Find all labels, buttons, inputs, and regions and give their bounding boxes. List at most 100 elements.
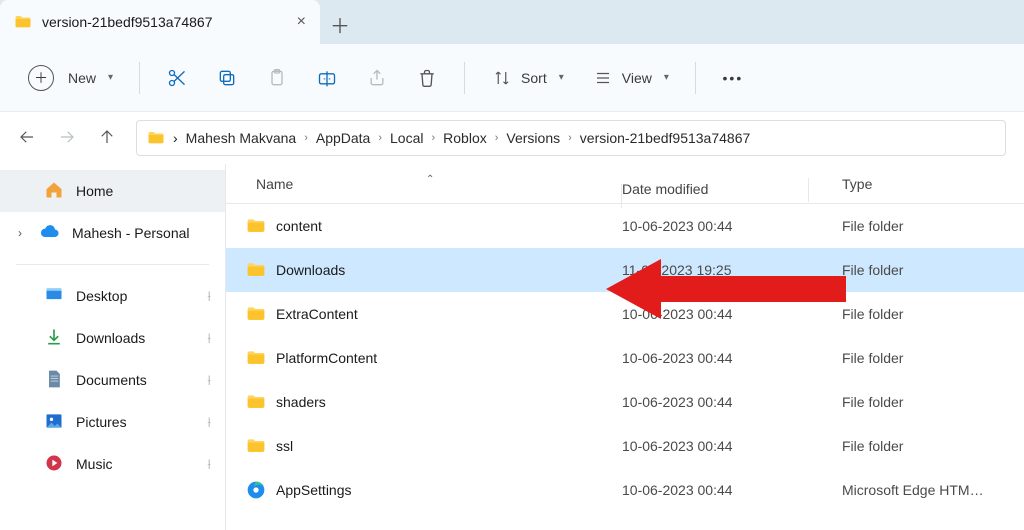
file-name: Downloads (276, 262, 345, 278)
file-date: 10-06-2023 00:44 (622, 306, 842, 322)
pin-icon[interactable]: ⟊ (207, 288, 211, 305)
sidebar-item-pictures[interactable]: Pictures ⟊ (0, 401, 225, 443)
sort-icon (491, 69, 513, 87)
home-icon (44, 180, 64, 203)
breadcrumb-item[interactable]: Mahesh Makvana› (186, 130, 308, 146)
chevron-down-icon: ▾ (559, 72, 564, 83)
sidebar-label: Mahesh - Personal (72, 225, 190, 241)
file-name: PlatformContent (276, 350, 377, 366)
file-name: content (276, 218, 322, 234)
breadcrumb-item[interactable]: AppData› (316, 130, 382, 146)
file-list: ⌃ Name Date modified Type content 10-06-2… (226, 164, 1024, 530)
folder-icon (246, 436, 266, 456)
scissors-icon (166, 68, 188, 88)
sidebar-item-home[interactable]: Home (0, 170, 225, 212)
file-date: 10-06-2023 00:44 (622, 218, 842, 234)
column-headers[interactable]: ⌃ Name Date modified Type (226, 164, 1024, 204)
close-icon[interactable]: × (297, 13, 306, 31)
copy-button[interactable] (206, 58, 248, 98)
file-date: 10-06-2023 00:44 (622, 438, 842, 454)
more-button[interactable]: ••• (712, 58, 754, 98)
file-row[interactable]: shaders 10-06-2023 00:44File folder (226, 380, 1024, 424)
sort-label: Sort (521, 70, 547, 86)
edge-icon (246, 480, 266, 500)
copy-icon (216, 68, 238, 88)
file-row[interactable]: content10-06-2023 00:44File folder (226, 204, 1024, 248)
pin-icon[interactable]: ⟊ (207, 456, 211, 473)
separator (139, 62, 140, 94)
nav-row: › Mahesh Makvana› AppData› Local› Roblox… (0, 112, 1024, 164)
breadcrumb-item[interactable]: version-21bedf9513a74867 (580, 130, 750, 146)
column-name[interactable]: ⌃ Name (226, 176, 622, 192)
file-row[interactable]: Downloads11-06-2023 19:25File folder (226, 248, 1024, 292)
sidebar-item-music[interactable]: Music ⟊ (0, 443, 225, 485)
breadcrumb-item[interactable]: Local› (390, 130, 435, 146)
file-name: ExtraContent (276, 306, 358, 322)
file-row[interactable]: PlatformContent 10-06-2023 00:44File fold… (226, 336, 1024, 380)
view-label: View (622, 70, 652, 86)
separator (695, 62, 696, 94)
file-row[interactable]: AppSettings10-06-2023 00:44Microsoft Edg… (226, 468, 1024, 512)
column-type[interactable]: Type (842, 176, 1024, 192)
file-type: File folder (842, 262, 1024, 278)
sidebar-label: Pictures (76, 414, 127, 430)
file-type: File folder (842, 350, 1024, 366)
download-icon (44, 327, 64, 350)
file-name: AppSettings (276, 482, 352, 498)
up-button[interactable] (98, 128, 116, 149)
sort-button[interactable]: Sort ▾ (481, 58, 574, 98)
rename-button[interactable] (306, 58, 348, 98)
delete-button[interactable] (406, 58, 448, 98)
chevron-down-icon: ▾ (108, 72, 113, 83)
file-name: ssl (276, 438, 293, 454)
sidebar-label: Downloads (76, 330, 145, 346)
paste-button[interactable] (256, 58, 298, 98)
back-button[interactable] (18, 128, 36, 149)
cut-button[interactable] (156, 58, 198, 98)
sidebar-item-documents[interactable]: Documents ⟊ (0, 359, 225, 401)
file-row[interactable]: ExtraContent 10-06-2023 00:44File folder (226, 292, 1024, 336)
new-button[interactable]: ＋ New ▾ (18, 58, 123, 98)
trash-icon (416, 68, 438, 88)
file-type: File folder (842, 394, 1024, 410)
picture-icon (44, 411, 64, 434)
rename-icon (316, 68, 338, 88)
ellipsis-icon: ••• (722, 70, 744, 86)
sidebar-item-desktop[interactable]: Desktop ⟊ (0, 275, 225, 317)
sidebar-label: Desktop (76, 288, 127, 304)
pin-icon[interactable]: ⟊ (207, 330, 211, 347)
pin-icon[interactable]: ⟊ (207, 414, 211, 431)
file-date: 10-06-2023 00:44 (622, 482, 842, 498)
file-name: shaders (276, 394, 326, 410)
new-tab-button[interactable]: ＋ (320, 4, 360, 44)
file-row[interactable]: ssl10-06-2023 00:44File folder (226, 424, 1024, 468)
file-type: File folder (842, 306, 1024, 322)
column-date[interactable]: Date modified (622, 170, 842, 197)
chevron-down-icon: ▾ (664, 72, 669, 83)
separator (16, 264, 209, 265)
pin-icon[interactable]: ⟊ (207, 372, 211, 389)
folder-icon (246, 392, 266, 412)
sidebar: Home › Mahesh - Personal Desktop ⟊ Downl… (0, 164, 226, 530)
nav-arrows (18, 128, 116, 149)
breadcrumb[interactable]: › Mahesh Makvana› AppData› Local› Roblox… (136, 120, 1006, 156)
new-label: New (68, 70, 96, 86)
toolbar: ＋ New ▾ Sort ▾ View ▾ ••• (0, 44, 1024, 112)
separator (464, 62, 465, 94)
file-date: 10-06-2023 00:44 (622, 350, 842, 366)
breadcrumb-item[interactable]: Versions› (506, 130, 571, 146)
cloud-icon (40, 222, 60, 245)
chevron-right-icon[interactable]: › (18, 226, 28, 240)
file-date: 10-06-2023 00:44 (622, 394, 842, 410)
tab-active[interactable]: version-21bedf9513a74867 × (0, 0, 320, 44)
share-icon (366, 68, 388, 88)
view-button[interactable]: View ▾ (582, 58, 679, 98)
document-icon (44, 369, 64, 392)
sidebar-item-downloads[interactable]: Downloads ⟊ (0, 317, 225, 359)
forward-button[interactable] (58, 128, 76, 149)
breadcrumb-item[interactable]: Roblox› (443, 130, 498, 146)
plus-icon: ＋ (28, 65, 54, 91)
share-button[interactable] (356, 58, 398, 98)
sidebar-item-onedrive[interactable]: › Mahesh - Personal (0, 212, 225, 254)
body: Home › Mahesh - Personal Desktop ⟊ Downl… (0, 164, 1024, 530)
